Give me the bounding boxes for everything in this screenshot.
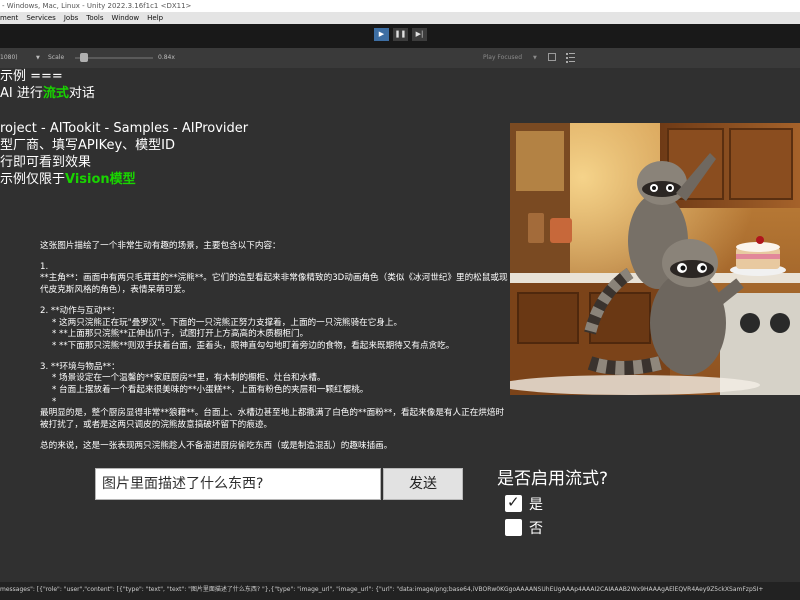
raccoon-kitchen-image xyxy=(510,123,800,395)
scale-label: Scale xyxy=(48,54,65,61)
instructions: 示例 === AI 进行流式对话 roject - AITookit - Sam… xyxy=(0,68,248,188)
stream-yes-label: 是 xyxy=(529,497,543,513)
response-summary: 总的来说，这是一张表现两只浣熊趁人不备溜进厨房偷吃东西（或是制造混乱）的趣味插画… xyxy=(40,440,393,451)
instruction-line: roject - AITookit - Samples - AIProvider xyxy=(0,120,249,136)
menu-bar: ment Services Jobs Tools Window Help xyxy=(0,12,800,24)
play-focused-chevron-down-icon[interactable]: ▼ xyxy=(533,48,537,68)
play-icon: ▶ xyxy=(378,30,385,38)
vision-highlight: Vision模型 xyxy=(65,172,136,188)
instruction-line xyxy=(0,102,248,119)
response-bullet: * xyxy=(52,396,57,407)
pause-icon: ❚❚ xyxy=(394,30,407,38)
stream-option-title: 是否启用流式? xyxy=(497,469,609,489)
response-intro: 这张图片描绘了一个非常生动有趣的场景，主要包含以下内容： xyxy=(40,241,281,251)
menu-item-jobs[interactable]: Jobs xyxy=(64,12,78,24)
game-view-toolbar: 1080) ▼ Scale 0.84x Play Focused ▼ xyxy=(0,48,800,68)
menu-item-component[interactable]: ment xyxy=(0,12,18,24)
response-bullet: * **上面那只浣熊**正伸出爪子，试图打开上方高高的木质橱柜门。 xyxy=(52,329,309,340)
instruction-line: AI 进行流式对话 xyxy=(0,86,95,102)
check-icon: ✓ xyxy=(507,493,520,511)
window-title-bar: - Windows, Mac, Linux - Unity 2022.3.16f… xyxy=(0,0,800,12)
menu-item-help[interactable]: Help xyxy=(147,12,163,24)
console-status-bar[interactable]: messages": [{"role": "user","content": [… xyxy=(0,582,800,600)
send-button[interactable]: 发送 xyxy=(383,468,463,500)
response-bullet: * 台面上摆放着一个看起来很美味的**小蛋糕**，上面有粉色的夹层和一颗红樱桃。 xyxy=(52,385,369,396)
mute-audio-icon[interactable] xyxy=(548,53,556,61)
response-section-number: 1. xyxy=(40,261,49,272)
response-section-heading: 3. **环境与物品**： xyxy=(40,361,120,372)
menu-item-services[interactable]: Services xyxy=(26,12,56,24)
status-message: messages": [{"role": "user","content": [… xyxy=(0,586,764,593)
response-bullet: * **下面那只浣熊**则双手扶着台面，歪着头，眼神直勾勾地盯着旁边的食物，看起… xyxy=(52,340,455,351)
game-view: 示例 === AI 进行流式对话 roject - AITookit - Sam… xyxy=(0,68,800,582)
response-text: 这张图片描绘了一个非常生动有趣的场景，主要包含以下内容： 1. **主角**：画… xyxy=(40,241,510,453)
stream-no-label: 否 xyxy=(529,521,543,537)
response-paragraph: 最明显的是，整个厨房显得非常**狼藉**。台面上、水槽边甚至地上都撒满了白色的*… xyxy=(40,408,505,431)
resolution-chevron-down-icon[interactable]: ▼ xyxy=(36,48,40,68)
step-icon: ▶| xyxy=(415,30,424,38)
playmode-toolbar: ▶ ❚❚ ▶| xyxy=(0,24,800,48)
response-paragraph: **主角**：画面中有两只毛茸茸的**浣熊**。它们的造型看起来非常像精致的3D… xyxy=(40,273,508,296)
instruction-line: 型厂商、填写APIKey、模型ID xyxy=(0,137,175,153)
play-focused-dropdown[interactable]: Play Focused xyxy=(483,48,522,68)
resolution-dropdown[interactable]: 1080) xyxy=(0,48,18,68)
scale-value: 0.84x xyxy=(158,54,175,61)
response-bullet: * 场景设定在一个温馨的**家庭厨房**里，有木制的橱柜、灶台和水槽。 xyxy=(52,373,326,384)
gizmos-icon[interactable] xyxy=(566,52,576,63)
response-bullet: * 这两只浣熊正在玩"叠罗汉"。下面的一只浣熊正努力支撑着，上面的一只浣熊骑在它… xyxy=(52,317,403,328)
step-button[interactable]: ▶| xyxy=(412,28,427,41)
stream-no-checkbox[interactable] xyxy=(505,519,522,536)
instruction-line: 行即可看到效果 xyxy=(0,154,92,170)
response-section-heading: 2. **动作与互动**： xyxy=(40,305,120,316)
window-title: - Windows, Mac, Linux - Unity 2022.3.16f… xyxy=(2,2,192,10)
instruction-line: 示例 === xyxy=(0,69,63,84)
stream-highlight: 流式 xyxy=(42,86,69,102)
menu-item-tools[interactable]: Tools xyxy=(86,12,103,24)
menu-item-window[interactable]: Window xyxy=(112,12,140,24)
play-button[interactable]: ▶ xyxy=(374,28,389,41)
pause-button[interactable]: ❚❚ xyxy=(393,28,408,41)
scale-slider-handle[interactable] xyxy=(79,53,88,62)
question-input[interactable]: 图片里面描述了什么东西? xyxy=(95,468,381,500)
instruction-line: 示例仅限于Vision模型 xyxy=(0,172,136,188)
